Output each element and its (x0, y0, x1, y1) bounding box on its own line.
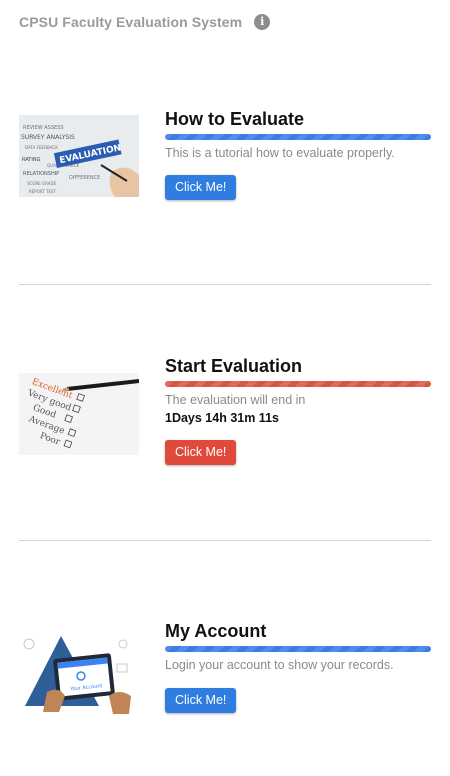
my-account-section: Your Account My Account Login your accou… (19, 620, 431, 720)
svg-text:RATING: RATING (22, 157, 41, 163)
evaluation-word-cloud-image: REVIEW ASSESS SURVEY ANALYSIS DATA FEEDB… (19, 115, 139, 197)
section-divider (19, 284, 431, 285)
svg-text:DATA FEEDBACK: DATA FEEDBACK (25, 145, 58, 150)
my-account-content: My Account Login your account to show yo… (165, 620, 431, 713)
countdown-timer: 1Days 14h 31m 11s (165, 411, 279, 425)
svg-text:SCORE GRADE: SCORE GRADE (27, 181, 57, 186)
svg-text:DIFFERENCE: DIFFERENCE (69, 175, 100, 181)
section-divider (19, 540, 431, 541)
section-description: This is a tutorial how to evaluate prope… (165, 146, 395, 160)
how-to-evaluate-content: How to Evaluate This is a tutorial how t… (165, 108, 431, 200)
section-title: Start Evaluation (165, 356, 303, 376)
svg-text:RELATIONSHIP: RELATIONSHIP (23, 171, 59, 177)
my-account-button[interactable]: Click Me! (165, 688, 237, 713)
section-description: Login your account to show your records. (165, 658, 394, 672)
start-evaluation-section: Excellent Very good Good Average Poor St… (19, 355, 431, 475)
svg-text:REPORT TEST: REPORT TEST (29, 189, 57, 194)
rating-checklist-image: Excellent Very good Good Average Poor (19, 373, 139, 455)
info-icon[interactable]: i (254, 14, 271, 30)
app-header: CPSU Faculty Evaluation System i (19, 14, 271, 30)
section-description: The evaluation will end in (165, 393, 306, 407)
how-to-evaluate-section: REVIEW ASSESS SURVEY ANALYSIS DATA FEEDB… (19, 108, 431, 208)
account-tablet-image: Your Account (19, 634, 139, 716)
svg-text:SURVEY ANALYSIS: SURVEY ANALYSIS (21, 134, 75, 141)
section-progress-bar (165, 381, 431, 387)
section-title: How to Evaluate (165, 109, 305, 129)
section-progress-bar (165, 134, 431, 140)
section-progress-bar (165, 646, 431, 652)
app-title: CPSU Faculty Evaluation System (19, 14, 243, 30)
start-evaluation-content: Start Evaluation The evaluation will end… (165, 355, 431, 465)
section-title: My Account (165, 621, 267, 641)
start-evaluation-button[interactable]: Click Me! (165, 440, 237, 465)
how-to-evaluate-button[interactable]: Click Me! (165, 175, 237, 200)
svg-text:REVIEW ASSESS: REVIEW ASSESS (23, 125, 64, 131)
